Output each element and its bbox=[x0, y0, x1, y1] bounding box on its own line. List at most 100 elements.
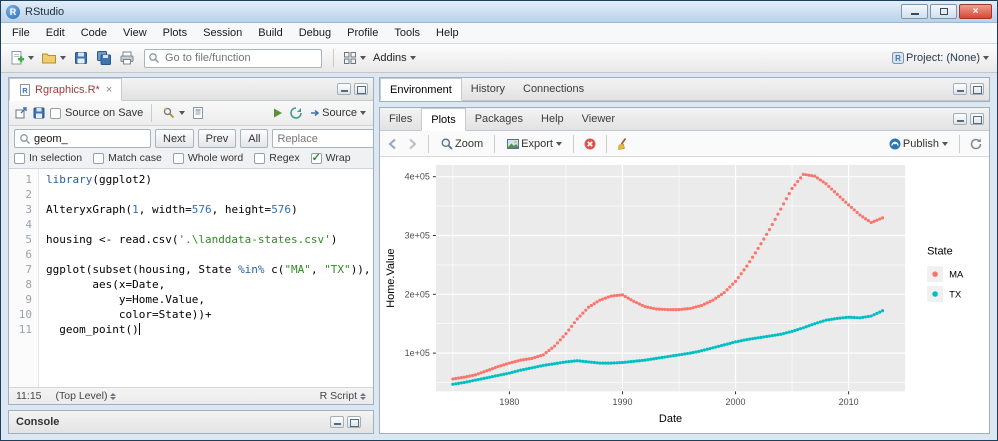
source-tab-title: Rgraphics.R* bbox=[35, 83, 100, 96]
text-cursor bbox=[138, 323, 140, 335]
pane-maximize-button[interactable] bbox=[354, 83, 368, 95]
source-on-save-checkbox[interactable]: Source on Save bbox=[50, 107, 143, 119]
tab-help[interactable]: Help bbox=[532, 108, 573, 130]
scope-selector[interactable]: (Top Level) bbox=[56, 390, 117, 402]
forward-arrow-icon[interactable] bbox=[405, 137, 419, 151]
save-all-button[interactable] bbox=[94, 48, 114, 68]
code-line[interactable]: y=Home.Value, bbox=[46, 292, 373, 307]
editor-code[interactable]: library(ggplot2) AlteryxGraph(1, width=57… bbox=[39, 169, 373, 387]
menu-item-session[interactable]: Session bbox=[195, 25, 250, 41]
svg-text:TX: TX bbox=[949, 290, 962, 301]
plots-minimize-button[interactable] bbox=[953, 113, 967, 125]
addins-button[interactable]: Addins bbox=[371, 50, 418, 66]
environment-pane: Environment History Connections bbox=[379, 77, 990, 102]
popout-window-icon[interactable] bbox=[14, 106, 28, 120]
workspace: R Rgraphics.R* × Source on Save Source g… bbox=[1, 73, 997, 440]
find-next-button[interactable]: Next bbox=[155, 129, 194, 148]
menu-item-plots[interactable]: Plots bbox=[155, 25, 195, 41]
code-editor[interactable]: 1 2 3 4 5 6 7 8 9 10 11 library(ggplot2) AlteryxGra… bbox=[9, 169, 373, 387]
tab-plots[interactable]: Plots bbox=[421, 108, 466, 131]
close-button[interactable]: × bbox=[959, 4, 992, 19]
source-button[interactable]: Source bbox=[307, 105, 368, 121]
code-line[interactable]: aes(x=Date, bbox=[46, 277, 373, 292]
svg-text:Date: Date bbox=[659, 413, 682, 425]
code-line[interactable]: color=State))+ bbox=[46, 307, 373, 322]
remove-plot-icon[interactable] bbox=[583, 137, 597, 151]
scope-updown-icon bbox=[110, 392, 117, 400]
publish-button[interactable]: Publish bbox=[886, 135, 950, 153]
export-caret-icon bbox=[555, 141, 562, 146]
code-line[interactable] bbox=[46, 247, 373, 262]
find-option-in-selection[interactable]: In selection bbox=[14, 152, 82, 164]
svg-text:4e+05: 4e+05 bbox=[405, 172, 430, 182]
rerun-icon[interactable] bbox=[289, 106, 303, 120]
export-button[interactable]: Export bbox=[504, 135, 564, 153]
tab-rgraphics[interactable]: R Rgraphics.R* × bbox=[9, 78, 123, 101]
tab-history[interactable]: History bbox=[462, 78, 514, 100]
find-option-match-case[interactable]: Match case bbox=[93, 152, 162, 164]
code-tools-button[interactable] bbox=[160, 104, 187, 122]
console-minimize-button[interactable] bbox=[330, 416, 344, 428]
find-option-regex[interactable]: Regex bbox=[254, 152, 300, 164]
svg-text:1980: 1980 bbox=[499, 397, 519, 407]
goto-file-input[interactable] bbox=[144, 48, 322, 68]
code-line[interactable]: ggplot(subset(housing, State %in% c("MA"… bbox=[46, 262, 373, 277]
menu-item-code[interactable]: Code bbox=[73, 25, 115, 41]
code-line[interactable] bbox=[46, 217, 373, 232]
pane-minimize-button[interactable] bbox=[337, 83, 351, 95]
tab-environment[interactable]: Environment bbox=[380, 78, 462, 101]
menu-item-file[interactable]: File bbox=[4, 25, 38, 41]
save-icon[interactable] bbox=[32, 106, 46, 120]
code-line[interactable]: housing <- read.csv('.\landdata-states.c… bbox=[46, 232, 373, 247]
tab-files[interactable]: Files bbox=[380, 108, 421, 130]
environment-minimize-button[interactable] bbox=[953, 83, 967, 95]
zoom-button[interactable]: Zoom bbox=[438, 135, 485, 153]
find-prev-button[interactable]: Prev bbox=[197, 129, 237, 148]
code-line[interactable]: AlteryxGraph(1, width=576, height=576) bbox=[46, 202, 373, 217]
pane-layout-button[interactable] bbox=[341, 49, 368, 67]
refresh-icon[interactable] bbox=[969, 137, 983, 151]
tab-packages[interactable]: Packages bbox=[466, 108, 532, 130]
menu-item-help[interactable]: Help bbox=[428, 25, 467, 41]
menu-item-view[interactable]: View bbox=[115, 25, 155, 41]
close-tab-icon[interactable]: × bbox=[106, 84, 112, 96]
svg-text:1990: 1990 bbox=[612, 397, 632, 407]
menu-item-tools[interactable]: Tools bbox=[386, 25, 428, 41]
code-line[interactable]: geom_point() bbox=[46, 322, 373, 337]
minimize-button[interactable] bbox=[901, 4, 928, 19]
environment-maximize-button[interactable] bbox=[970, 83, 984, 95]
export-label: Export bbox=[521, 137, 553, 150]
tab-viewer[interactable]: Viewer bbox=[573, 108, 624, 130]
code-line[interactable]: library(ggplot2) bbox=[46, 172, 373, 187]
maximize-button[interactable] bbox=[930, 4, 957, 19]
find-option-whole-word[interactable]: Whole word bbox=[172, 152, 243, 164]
find-options: In selection Match case Whole word Regex Wra… bbox=[14, 151, 368, 164]
rstudio-window: R RStudio × File Edit Code View Plots Session… bbox=[0, 0, 998, 441]
save-button[interactable] bbox=[71, 48, 91, 68]
compile-report-icon[interactable] bbox=[191, 106, 205, 120]
new-file-button[interactable] bbox=[7, 48, 36, 68]
back-arrow-icon[interactable] bbox=[386, 137, 400, 151]
find-all-button[interactable]: All bbox=[240, 129, 269, 148]
tab-connections[interactable]: Connections bbox=[514, 78, 593, 100]
run-icon[interactable] bbox=[271, 106, 285, 120]
menu-item-edit[interactable]: Edit bbox=[38, 25, 73, 41]
scope-label: (Top Level) bbox=[55, 390, 108, 402]
titlebar[interactable]: R RStudio × bbox=[1, 1, 997, 23]
menu-item-debug[interactable]: Debug bbox=[291, 25, 339, 41]
plots-maximize-button[interactable] bbox=[970, 113, 984, 125]
file-type-selector[interactable]: R Script bbox=[320, 390, 366, 402]
project-selector[interactable]: R Project: (None) bbox=[889, 49, 991, 67]
find-option-wrap[interactable]: Wrap bbox=[310, 151, 351, 164]
menu-item-build[interactable]: Build bbox=[250, 25, 290, 41]
print-icon bbox=[120, 51, 134, 65]
code-line[interactable] bbox=[46, 187, 373, 202]
find-input[interactable] bbox=[34, 132, 146, 145]
print-button[interactable] bbox=[117, 48, 137, 68]
magic-wand-icon bbox=[163, 107, 175, 119]
replace-input[interactable] bbox=[277, 132, 373, 145]
clear-all-broom-icon[interactable] bbox=[616, 137, 630, 151]
menu-item-profile[interactable]: Profile bbox=[339, 25, 386, 41]
open-file-button[interactable] bbox=[39, 48, 68, 68]
console-maximize-button[interactable] bbox=[347, 416, 361, 428]
